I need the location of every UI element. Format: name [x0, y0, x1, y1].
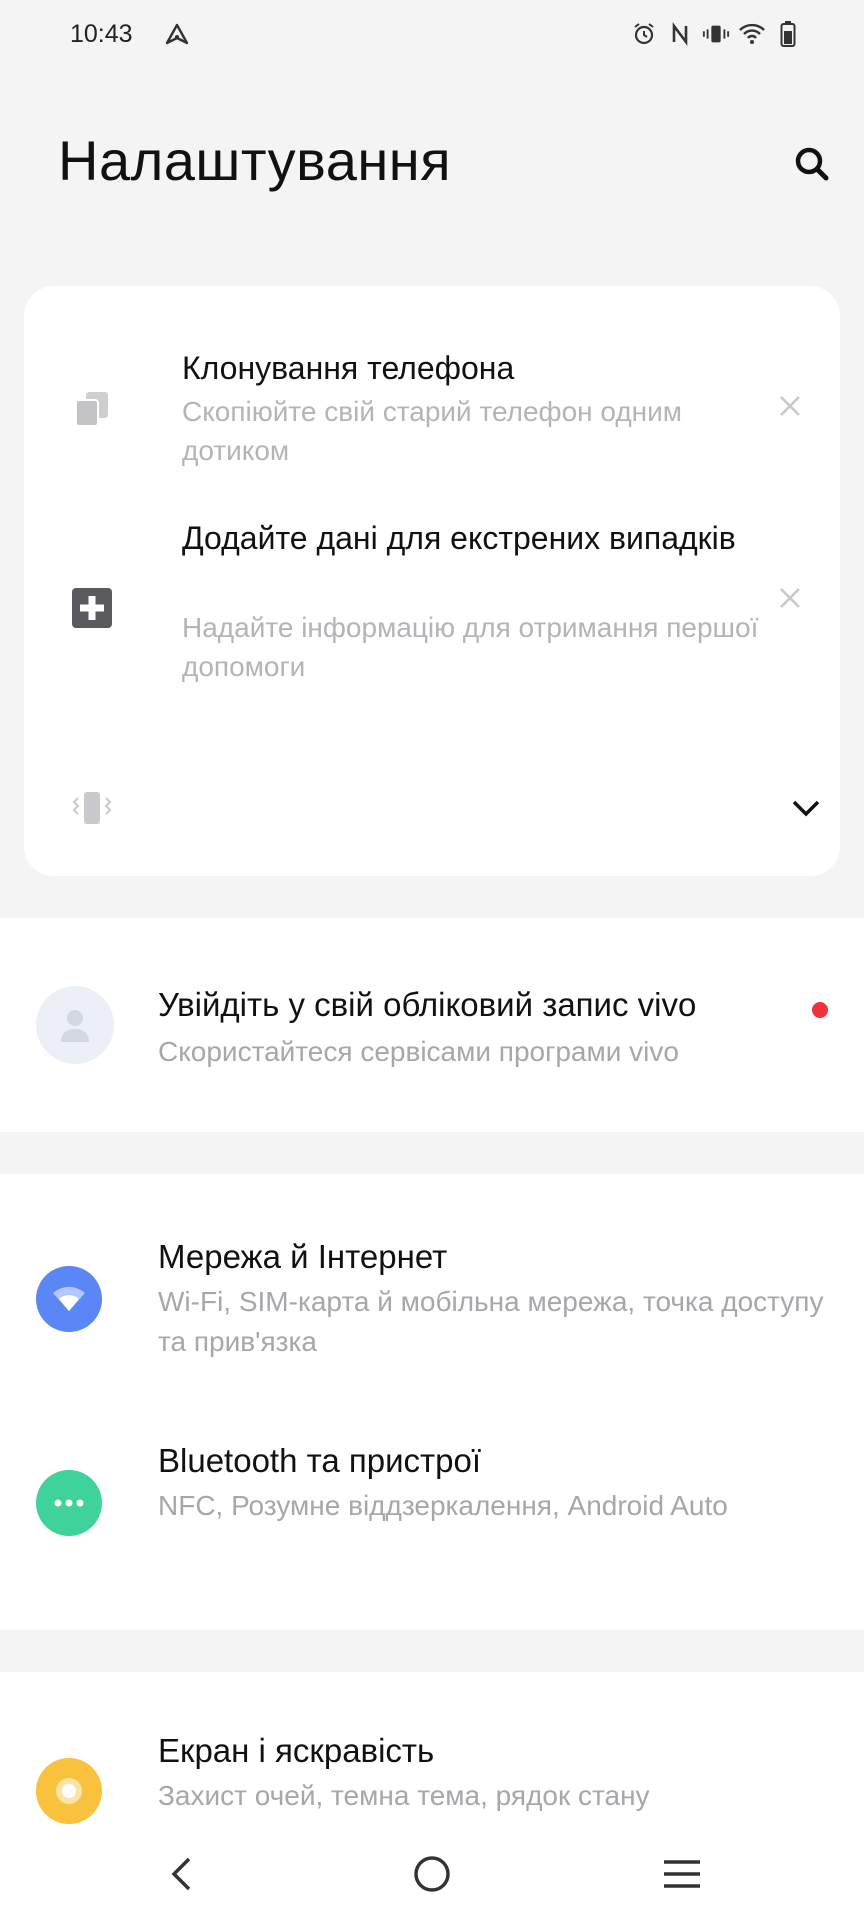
wifi-icon: [738, 20, 766, 48]
alarm-icon: [630, 20, 658, 48]
search-icon: [795, 147, 829, 181]
chevron-down-icon: [792, 800, 820, 817]
user-icon: [61, 1010, 89, 1042]
status-time: 10:43: [70, 20, 133, 48]
status-bar: 10:43: [0, 0, 864, 72]
settings-item-subtitle: Wi-Fi, SIM-карта й мобільна мережа, точк…: [158, 1286, 824, 1357]
menu-icon: [664, 1860, 700, 1888]
vibrate-icon: [702, 20, 730, 48]
brightness-icon: [36, 1758, 102, 1824]
suggestion-subtitle: Скопіюйте свій старий телефон одним доти…: [182, 396, 683, 466]
medical-plus-icon: [68, 584, 116, 632]
settings-screen: 10:43 Налаштування Клонування телефона С…: [0, 0, 864, 1920]
close-icon: [780, 588, 800, 608]
settings-item-title: Bluetooth та пристрої: [158, 1442, 482, 1479]
navigation-bar: [0, 1826, 864, 1920]
account-row[interactable]: Увійдіть у свій обліковий запис vivo Ско…: [0, 918, 864, 1132]
home-icon: [414, 1856, 450, 1892]
suggestion-subtitle: Надайте інформацію для отримання першої …: [182, 612, 759, 682]
suggestion-title: Клонування телефона: [182, 350, 515, 386]
suggestion-emergency[interactable]: Додайте дані для екстрених випадків Нада…: [24, 520, 840, 746]
settings-item-display[interactable]: Екран і яскравість Захист очей, темна те…: [0, 1672, 864, 1832]
close-icon: [780, 396, 800, 416]
dismiss-clone-button[interactable]: [770, 386, 810, 426]
dismiss-emergency-button[interactable]: [770, 578, 810, 618]
navigation-icon: [164, 22, 190, 48]
settings-item-subtitle: Захист очей, темна тема, рядок стану: [158, 1780, 650, 1811]
devices-dots-icon: [36, 1470, 102, 1536]
account-title: Увійдіть у свій обліковий запис vivo: [158, 986, 697, 1023]
status-icons: [630, 20, 802, 48]
avatar: [36, 986, 114, 1064]
connectivity-section: Мережа й Інтернет Wi-Fi, SIM-карта й моб…: [0, 1174, 864, 1630]
settings-item-subtitle: NFC, Розумне віддзеркалення, Android Aut…: [158, 1490, 728, 1521]
suggestion-clone-phone[interactable]: Клонування телефона Скопіюйте свій стари…: [24, 286, 840, 466]
clone-phone-icon: [68, 384, 116, 432]
page-title: Налаштування: [58, 129, 452, 192]
suggestions-card: Клонування телефона Скопіюйте свій стари…: [24, 286, 840, 876]
expand-suggestions-button[interactable]: [782, 784, 830, 832]
suggestion-title: Додайте дані для екстрених випадків: [182, 520, 736, 556]
settings-item-bluetooth[interactable]: Bluetooth та пристрої NFC, Розумне віддз…: [0, 1402, 864, 1630]
settings-item-network[interactable]: Мережа й Інтернет Wi-Fi, SIM-карта й моб…: [0, 1174, 864, 1402]
nfc-icon: [666, 20, 694, 48]
back-button[interactable]: [152, 1844, 212, 1904]
display-section: Екран і яскравість Захист очей, темна те…: [0, 1672, 864, 1832]
search-button[interactable]: [786, 138, 838, 190]
menu-button[interactable]: [652, 1844, 712, 1904]
back-icon: [171, 1857, 191, 1891]
notification-dot: [812, 1002, 828, 1018]
vibrate-phone-icon: [68, 784, 116, 832]
battery-icon: [774, 20, 802, 48]
wifi-icon: [36, 1266, 102, 1332]
settings-item-title: Мережа й Інтернет: [158, 1238, 448, 1275]
settings-item-title: Екран і яскравість: [158, 1732, 435, 1769]
account-section: Увійдіть у свій обліковий запис vivo Ско…: [0, 918, 864, 1132]
home-button[interactable]: [402, 1844, 462, 1904]
account-subtitle: Скористайтеся сервісами програми vivo: [158, 1036, 679, 1067]
